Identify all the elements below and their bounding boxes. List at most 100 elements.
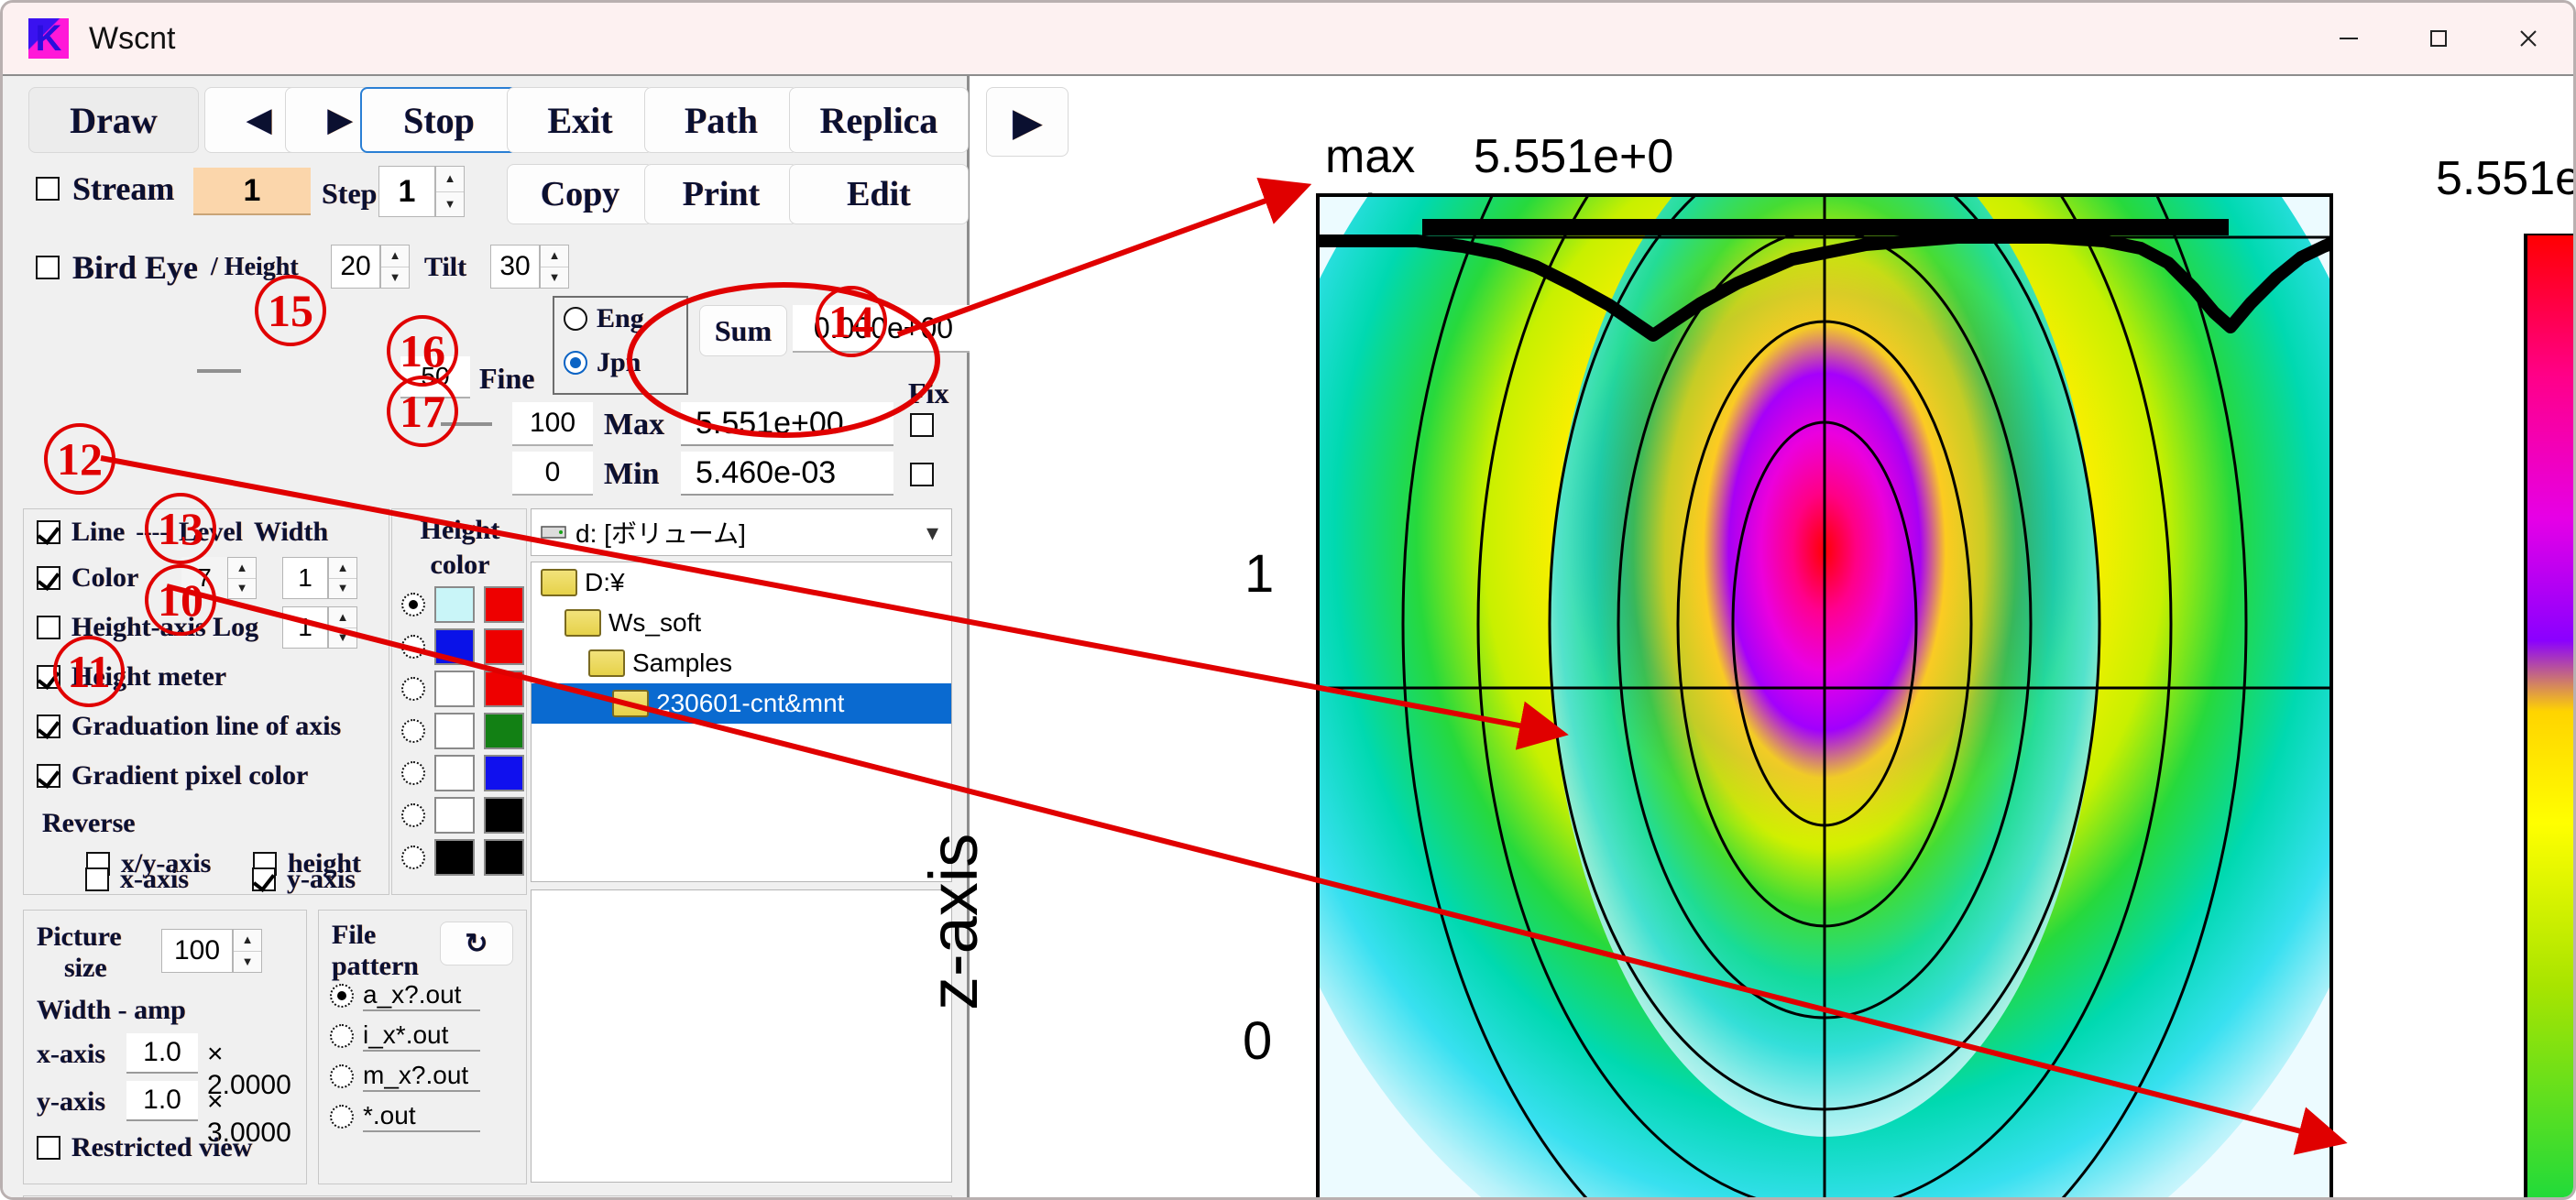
height-color-radio[interactable] <box>401 593 425 616</box>
tree-item[interactable]: Ws_soft <box>532 603 951 643</box>
tree-item[interactable]: Samples <box>532 643 951 683</box>
drive-combo[interactable]: d: [ボリューム] ▾ <box>531 508 952 556</box>
fine-value-field[interactable]: 50 <box>400 356 470 398</box>
min-fix-checkbox[interactable] <box>910 463 934 486</box>
log-stepper[interactable]: 1 ▲ ▼ <box>282 606 357 649</box>
jpn-radio-row[interactable]: Jpn <box>564 347 641 378</box>
folder-tree[interactable]: D:¥ Ws_soft Samples 230601-cnt&mnt <box>531 562 952 882</box>
graduation-checkbox[interactable] <box>37 715 60 738</box>
birdeye-checkbox[interactable] <box>36 256 60 279</box>
gradient-checkbox[interactable] <box>37 764 60 788</box>
close-icon[interactable] <box>2483 3 2573 74</box>
file-pattern-option[interactable]: i_x*.out <box>330 1020 480 1052</box>
edit-button[interactable]: Edit <box>789 164 969 224</box>
height-color-swatch-right[interactable] <box>484 797 524 834</box>
reverse-y-row[interactable]: y-axis <box>252 864 356 895</box>
file-pattern-option[interactable]: *.out <box>330 1101 480 1132</box>
path-button[interactable]: Path <box>644 87 798 153</box>
play-button[interactable]: ▶ <box>986 87 1069 157</box>
height-color-row[interactable] <box>401 628 524 665</box>
reverse-x-checkbox[interactable] <box>85 867 109 891</box>
height-value-field[interactable]: 20 <box>331 245 380 289</box>
file-pattern-radio[interactable] <box>330 1064 354 1088</box>
max-value-field[interactable]: 5.551e+00 <box>681 402 893 446</box>
line-option-row[interactable]: Line ---- Level Width <box>37 517 328 548</box>
log-spin[interactable]: ▲ ▼ <box>328 606 357 649</box>
copy-button[interactable]: Copy <box>507 164 653 224</box>
slider-track-fine[interactable] <box>197 369 241 373</box>
level-value-field[interactable]: 7 <box>181 557 227 599</box>
height-color-radio[interactable] <box>401 845 425 869</box>
height-stepper[interactable]: 20 ▲ ▼ <box>331 245 410 289</box>
height-color-swatch-left[interactable] <box>434 755 475 791</box>
max-fix-checkbox[interactable] <box>910 413 934 437</box>
print-button[interactable]: Print <box>644 164 798 224</box>
refresh-icon[interactable]: ↻ <box>440 922 513 965</box>
file-pattern-option[interactable]: a_x?.out <box>330 980 480 1011</box>
file-pattern-radio[interactable] <box>330 1024 354 1048</box>
stream-value-field[interactable]: 1 <box>193 168 311 215</box>
height-color-swatch-right[interactable] <box>484 755 524 791</box>
height-color-row[interactable] <box>401 713 524 749</box>
y-axis-field[interactable]: 1.0 <box>126 1081 198 1121</box>
restricted-view-checkbox[interactable] <box>37 1136 60 1160</box>
min-slider-field[interactable]: 0 <box>512 452 593 496</box>
tree-item[interactable]: D:¥ <box>532 562 951 603</box>
height-axis-log-checkbox[interactable] <box>37 616 60 639</box>
height-spin[interactable]: ▲ ▼ <box>380 245 410 289</box>
height-color-swatch-left[interactable] <box>434 797 475 834</box>
level-spin[interactable]: ▲ ▼ <box>227 557 257 599</box>
file-list[interactable] <box>531 889 952 1183</box>
picture-size-spin[interactable]: ▲ ▼ <box>233 929 262 973</box>
exit-button[interactable]: Exit <box>507 87 653 153</box>
file-pattern-option[interactable]: m_x?.out <box>330 1061 480 1092</box>
max-slider-field[interactable]: 100 <box>512 402 593 446</box>
height-color-swatch-left[interactable] <box>434 586 475 623</box>
height-color-swatch-left[interactable] <box>434 671 475 707</box>
width-stepper[interactable]: 1 ▲ ▼ <box>282 557 357 599</box>
graduation-row[interactable]: Graduation line of axis <box>37 711 341 742</box>
height-color-radio[interactable] <box>401 635 425 659</box>
line-checkbox[interactable] <box>37 520 60 544</box>
color-checkbox[interactable] <box>37 566 60 590</box>
height-color-row[interactable] <box>401 797 524 834</box>
slider-track-min[interactable] <box>441 474 492 477</box>
width-value-field[interactable]: 1 <box>282 557 328 599</box>
reverse-x-row[interactable]: x-axis <box>85 864 189 895</box>
height-color-radio[interactable] <box>401 677 425 701</box>
jpn-radio[interactable] <box>564 351 587 375</box>
eng-radio-row[interactable]: Eng <box>564 303 644 334</box>
slider-track-max[interactable] <box>441 422 492 426</box>
step-value-field[interactable]: 1 <box>378 166 435 217</box>
chevron-down-icon[interactable]: ▾ <box>926 518 938 547</box>
picture-size-stepper[interactable]: 100 ▲ ▼ <box>161 929 262 973</box>
height-color-swatch-right[interactable] <box>484 713 524 749</box>
tilt-stepper[interactable]: 30 ▲ ▼ <box>490 245 569 289</box>
tree-item[interactable]: 230601-cnt&mnt <box>532 683 951 724</box>
maximize-icon[interactable] <box>2394 3 2483 74</box>
height-color-swatch-left[interactable] <box>434 628 475 665</box>
height-color-row[interactable] <box>401 586 524 623</box>
height-color-radio[interactable] <box>401 719 425 743</box>
height-color-row[interactable] <box>401 839 524 876</box>
file-pattern-radio[interactable] <box>330 1105 354 1129</box>
stop-button[interactable]: Stop <box>360 87 518 153</box>
height-color-row[interactable] <box>401 755 524 791</box>
height-color-swatch-right[interactable] <box>484 839 524 876</box>
color-option-row[interactable]: Color <box>37 562 138 594</box>
replica-button[interactable]: Replica <box>789 87 969 153</box>
height-color-swatch-left[interactable] <box>434 839 475 876</box>
eng-radio[interactable] <box>564 307 587 331</box>
draw-button[interactable]: Draw <box>28 87 199 153</box>
x-axis-field[interactable]: 1.0 <box>126 1033 198 1074</box>
step-stepper[interactable]: 1 ▲ ▼ <box>378 166 465 217</box>
tilt-spin[interactable]: ▲ ▼ <box>540 245 569 289</box>
gradient-row[interactable]: Gradient pixel color <box>37 760 308 791</box>
height-meter-row[interactable]: Height meter <box>37 661 226 693</box>
step-spin[interactable]: ▲ ▼ <box>435 166 465 217</box>
file-pattern-radio[interactable] <box>330 984 354 1008</box>
height-color-swatch-left[interactable] <box>434 713 475 749</box>
width-spin[interactable]: ▲ ▼ <box>328 557 357 599</box>
sum-button[interactable]: Sum <box>699 305 787 356</box>
reverse-y-checkbox[interactable] <box>252 867 276 891</box>
